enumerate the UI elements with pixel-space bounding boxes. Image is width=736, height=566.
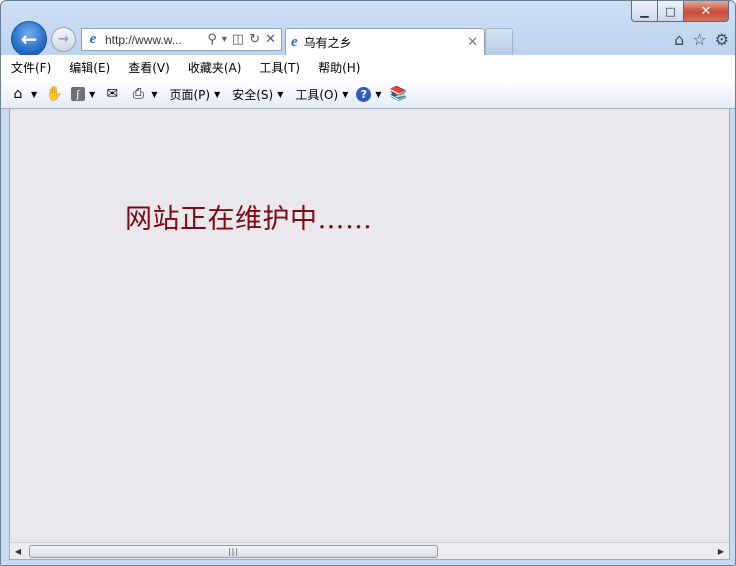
help-icon: ?	[356, 86, 372, 102]
caption-buttons: ▁ □ ✕	[631, 1, 729, 22]
page-content: 网站正在维护中……	[9, 109, 730, 542]
research-books-icon: 📚	[389, 86, 408, 102]
chevron-down-icon[interactable]: ▼	[89, 90, 95, 99]
rss-feed-icon: ʃ	[71, 87, 86, 101]
tools-menu-label: 工具(O)	[295, 87, 339, 102]
forward-button[interactable]: →	[51, 27, 76, 52]
horizontal-scrollbar[interactable]: ◀ ||| ▶	[9, 542, 730, 560]
dropdown-icon[interactable]: ▾	[222, 34, 227, 45]
scroll-left-arrow-icon[interactable]: ◀	[10, 543, 26, 559]
feeds-command[interactable]: ʃ ▼	[71, 87, 95, 101]
address-bar[interactable]: e http://www.w... ⚲ ▾ ◫ ↻ ✕	[81, 28, 282, 51]
tools-menu[interactable]: 工具(O) ▼	[295, 86, 348, 103]
search-icon[interactable]: ⚲	[207, 32, 217, 47]
menu-view[interactable]: 查看(V)	[128, 59, 170, 76]
forward-arrow-icon: →	[58, 32, 69, 47]
hand-icon: ✋	[45, 86, 63, 102]
chevron-down-icon: ▼	[277, 89, 284, 99]
address-url[interactable]: http://www.w...	[105, 33, 207, 47]
maximize-button[interactable]: □	[658, 1, 684, 22]
menu-bar: 文件(F) 编辑(E) 查看(V) 收藏夹(A) 工具(T) 帮助(H)	[1, 55, 735, 80]
gear-icon[interactable]: ⚙	[715, 30, 729, 49]
minimize-button[interactable]: ▁	[631, 1, 658, 22]
menu-favorites[interactable]: 收藏夹(A)	[188, 59, 242, 76]
mail-command[interactable]: ✉	[103, 85, 121, 103]
maintenance-message: 网站正在维护中……	[125, 204, 373, 235]
chevron-down-icon[interactable]: ▼	[31, 90, 37, 99]
add-on-command[interactable]: ✋	[45, 85, 63, 103]
menu-help[interactable]: 帮助(H)	[318, 59, 360, 76]
home-command[interactable]: ⌂ ▼	[9, 85, 38, 103]
compatibility-view-icon[interactable]: ◫	[232, 32, 244, 47]
home-icon[interactable]: ⌂	[674, 30, 684, 49]
ie-page-icon: e	[89, 31, 97, 47]
chevron-down-icon: ▼	[214, 89, 221, 99]
back-arrow-icon: ←	[20, 27, 38, 51]
safety-menu-label: 安全(S)	[232, 87, 274, 102]
print-command[interactable]: ⎙ ▼	[129, 85, 158, 103]
stop-icon[interactable]: ✕	[265, 32, 276, 47]
menu-edit[interactable]: 编辑(E)	[69, 59, 110, 76]
scroll-thumb[interactable]: |||	[29, 545, 438, 558]
favorites-star-icon[interactable]: ☆	[692, 30, 706, 49]
command-bar: ⌂ ▼ ✋ ʃ ▼ ✉ ⎙ ▼ 页面(P) ▼ 安全(S) ▼ 工具(O) ▼ ? ▼ 📚	[1, 80, 735, 109]
address-actions: ⚲ ▾ ◫ ↻ ✕	[207, 32, 281, 47]
mail-icon: ✉	[106, 86, 119, 102]
home-icon: ⌂	[13, 86, 23, 102]
chevron-down-icon[interactable]: ▼	[151, 90, 157, 99]
chevron-down-icon[interactable]: ▼	[375, 90, 381, 99]
back-button[interactable]: ←	[11, 21, 47, 57]
tab-active[interactable]: e 乌有之乡 ✕	[285, 28, 485, 56]
ie-tab-icon: e	[291, 34, 298, 50]
tab-title: 乌有之乡	[303, 36, 352, 50]
refresh-icon[interactable]: ↻	[249, 32, 260, 47]
close-button[interactable]: ✕	[684, 1, 729, 22]
menu-file[interactable]: 文件(F)	[11, 59, 51, 76]
browser-toolbar-right: ⌂ ☆ ⚙	[674, 30, 729, 49]
help-command[interactable]: ? ▼	[356, 86, 382, 102]
menu-tools[interactable]: 工具(T)	[259, 59, 300, 76]
tab-close-icon[interactable]: ✕	[467, 35, 478, 50]
safety-menu[interactable]: 安全(S) ▼	[232, 86, 283, 103]
printer-icon: ⎙	[132, 86, 144, 102]
page-menu[interactable]: 页面(P) ▼	[169, 86, 220, 103]
page-menu-label: 页面(P)	[169, 87, 211, 102]
scroll-right-arrow-icon[interactable]: ▶	[713, 543, 729, 559]
research-command[interactable]: 📚	[390, 85, 408, 103]
scroll-track[interactable]: |||	[26, 543, 713, 559]
browser-window: ▁ □ ✕ ← → e http://www.w... ⚲ ▾ ◫ ↻ ✕ e …	[0, 0, 736, 566]
chevron-down-icon: ▼	[342, 89, 349, 99]
new-tab-button[interactable]	[485, 28, 513, 55]
